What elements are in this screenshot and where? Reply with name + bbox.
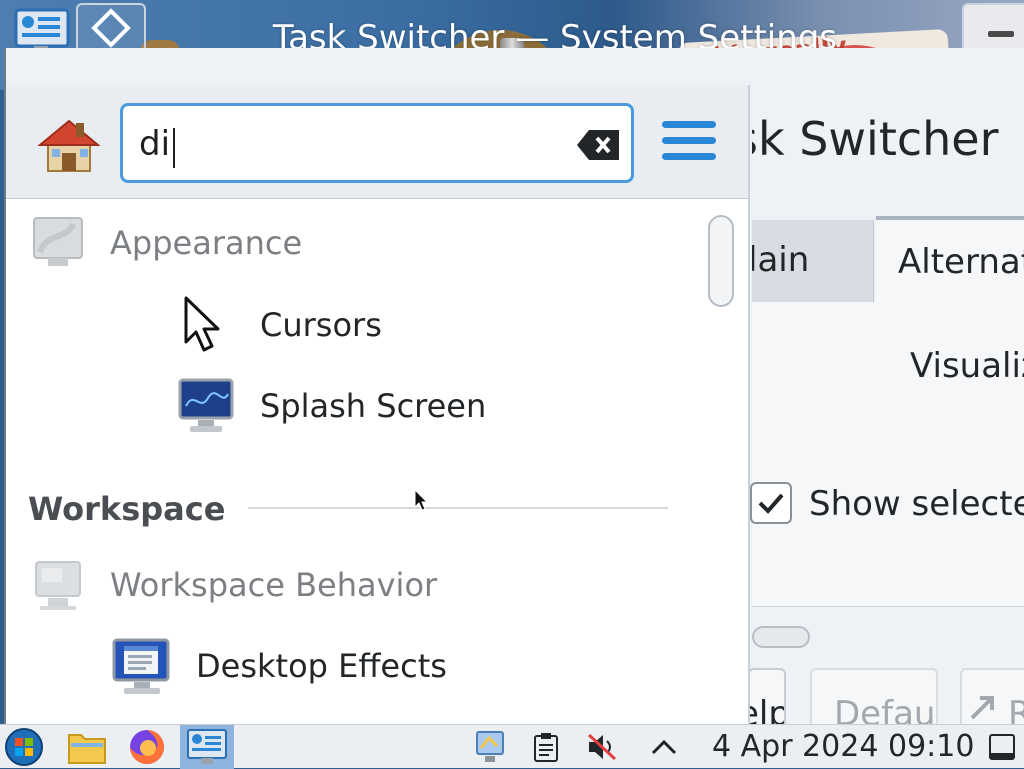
tab-main[interactable]: lain [752,220,874,302]
system-settings-task[interactable] [180,725,234,769]
start-menu-button[interactable] [0,725,48,769]
clock-time[interactable]: 09:10 [888,729,974,764]
list-item-workspace-behavior[interactable]: Workspace Behavior [28,554,437,616]
list-item-desktop-effects[interactable]: Desktop Effects [110,634,447,698]
firefox-icon [130,730,164,764]
reset-arrow-icon [970,696,994,720]
hamburger-icon [662,121,716,128]
defaults-button: Defaul [810,668,938,728]
cursor-arrow-icon [184,296,220,352]
clock-date[interactable]: 4 Apr 2024 [712,729,878,764]
help-button[interactable]: elp [748,668,786,728]
checkmark-icon [758,493,784,514]
tab-alternative[interactable]: Alternat [876,216,1024,302]
mouse-pointer-icon [414,488,429,511]
file-manager-launcher[interactable] [60,725,114,769]
settings-tray-icon[interactable] [470,725,510,769]
clear-search-button[interactable] [575,128,623,162]
search-field[interactable] [120,103,634,183]
speaker-muted-icon [587,733,617,761]
visualization-label: Visualiz [910,346,1024,386]
workspace-behavior-icon [35,561,81,610]
chevron-up-icon [651,739,677,755]
sidebar: Appearance Cursors Splash Screen Workspa… [6,85,750,725]
monitor-tray-icon [476,731,504,762]
sidebar-header [6,85,748,199]
home-icon [37,119,101,172]
minimize-icon [988,31,1014,37]
folder-icon [68,734,106,764]
show-hidden-tray-button[interactable] [646,725,682,769]
tab-bar: lain Alternat [752,216,1024,302]
keep-above-button[interactable] [76,3,146,53]
section-divider [248,507,668,509]
system-settings-icon [187,729,227,764]
hamburger-menu-button[interactable] [662,121,718,167]
search-input[interactable] [137,116,557,172]
reset-button: R [960,668,1024,728]
horizontal-scrollbar[interactable] [752,626,810,648]
show-selected-checkbox[interactable] [750,482,792,524]
appearance-icon [33,217,83,266]
clipboard-tray-icon[interactable] [528,725,564,769]
home-button[interactable] [36,115,101,175]
show-desktop-icon [989,734,1015,760]
volume-muted-tray-icon[interactable] [582,725,622,769]
backspace-clear-icon [577,130,619,160]
list-item-appearance[interactable]: Appearance [28,212,302,274]
monitor-splash-icon [178,378,234,432]
list-item-splash-screen[interactable]: Splash Screen [178,376,486,436]
diamond-icon [91,8,131,48]
text-caret [173,128,175,168]
section-header-workspace: Workspace [28,490,226,528]
vertical-scrollbar[interactable] [708,215,734,307]
page-title: sk Switcher [752,112,999,166]
start-orb-icon [5,728,43,766]
list-item-cursors[interactable]: Cursors [180,294,382,356]
show-desktop-button[interactable] [984,725,1020,769]
monitor-window-icon [112,638,170,694]
show-selected-label[interactable]: Show selecte [809,484,1024,524]
clipboard-icon [534,733,558,762]
search-results-list: Appearance Cursors Splash Screen Workspa… [6,200,696,725]
taskbar: 4 Apr 2024 09:10 [0,724,1024,769]
firefox-launcher[interactable] [120,725,174,769]
